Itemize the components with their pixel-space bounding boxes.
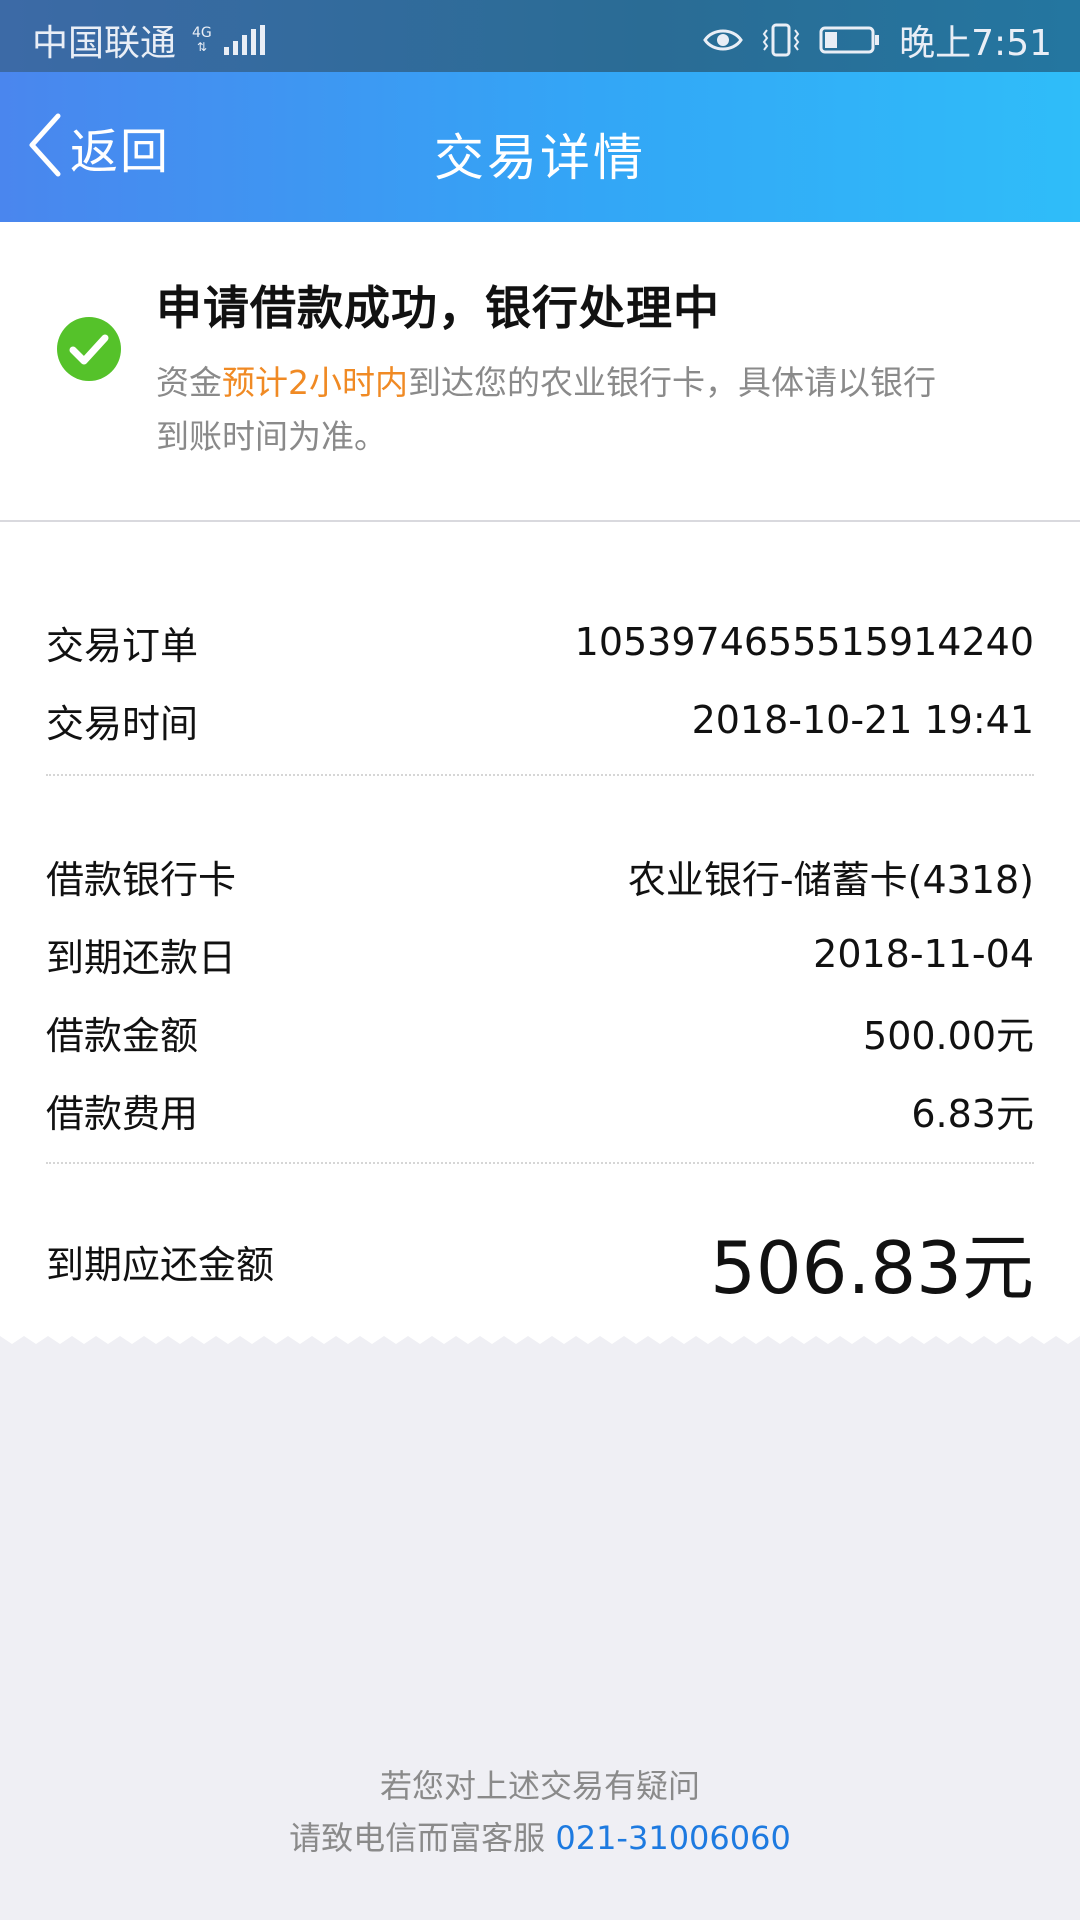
arrival-estimate: 预计2小时内 xyxy=(222,363,408,402)
transaction-details: 交易订单 1053974655515914240 交易时间 2018-10-21… xyxy=(0,522,1080,1330)
carrier-name: 中国联通 xyxy=(32,23,177,64)
network-type-label: 4G xyxy=(192,25,212,41)
status-bar: 中国联通 4G ⇅ 晚上7:51 xyxy=(0,0,1080,72)
loan-fee-value: 6.83元 xyxy=(911,1091,1034,1136)
status-desc-prefix: 资金 xyxy=(156,363,222,402)
loan-fee-row: 借款费用 6.83元 xyxy=(46,1080,1034,1140)
time-row: 交易时间 2018-10-21 19:41 xyxy=(46,690,1034,750)
network-type-icon: 4G ⇅ xyxy=(192,25,212,54)
order-row: 交易订单 1053974655515914240 xyxy=(46,612,1034,672)
check-circle-icon xyxy=(56,316,122,386)
divider xyxy=(46,774,1034,776)
time-value: 2018-10-21 19:41 xyxy=(691,698,1034,742)
app-header: 返回 交易详情 xyxy=(0,72,1080,222)
order-label: 交易订单 xyxy=(46,623,199,668)
order-value: 1053974655515914240 xyxy=(574,620,1034,664)
eye-icon xyxy=(703,25,743,55)
page: 中国联通 4G ⇅ 晚上7:51 返回 交易详情 申请借款成功，银行处理中 资金… xyxy=(0,0,1080,1920)
due-date-label: 到期还款日 xyxy=(46,935,237,980)
status-left: 中国联通 4G ⇅ xyxy=(32,14,265,66)
due-date-value: 2018-11-04 xyxy=(813,932,1034,976)
footer: 若您对上述交易有疑问 请致电信而富客服 021-31006060 xyxy=(0,1760,1080,1864)
status-title: 申请借款成功，银行处理中 xyxy=(156,281,720,335)
due-date-row: 到期还款日 2018-11-04 xyxy=(46,924,1034,984)
status-card: 申请借款成功，银行处理中 资金预计2小时内到达您的农业银行卡，具体请以银行到账时… xyxy=(0,222,1080,522)
footer-question: 若您对上述交易有疑问 xyxy=(379,1767,700,1805)
status-description: 资金预计2小时内到达您的农业银行卡，具体请以银行到账时间为准。 xyxy=(156,356,936,464)
vibrate-icon xyxy=(761,22,801,58)
page-title: 交易详情 xyxy=(434,129,646,187)
customer-service-phone-link[interactable]: 021-31006060 xyxy=(555,1819,791,1857)
clock: 晚上7:51 xyxy=(899,23,1052,64)
footer-contact: 请致电信而富客服 021-31006060 xyxy=(0,1812,1080,1864)
status-right: 晚上7:51 xyxy=(703,14,1052,66)
receipt-edge xyxy=(0,1330,1080,1344)
divider xyxy=(46,1162,1034,1164)
loan-fee-label: 借款费用 xyxy=(46,1091,199,1136)
loan-amount-row: 借款金额 500.00元 xyxy=(46,1002,1034,1062)
battery-icon xyxy=(819,25,881,55)
bank-card-value: 农业银行-储蓄卡(4318) xyxy=(627,857,1034,902)
loan-amount-value: 500.00元 xyxy=(863,1013,1034,1058)
total-label: 到期应还金额 xyxy=(46,1242,275,1287)
footer-contact-prefix: 请致电信而富客服 xyxy=(289,1819,556,1857)
bank-card-label: 借款银行卡 xyxy=(46,857,237,902)
loan-amount-label: 借款金额 xyxy=(46,1013,199,1058)
bank-card-row: 借款银行卡 农业银行-储蓄卡(4318) xyxy=(46,846,1034,906)
total-amount: 506.83元 xyxy=(710,1225,1034,1310)
signal-icon xyxy=(223,25,265,55)
time-label: 交易时间 xyxy=(46,701,199,746)
total-row: 到期应还金额 506.83元 xyxy=(46,1216,1034,1310)
